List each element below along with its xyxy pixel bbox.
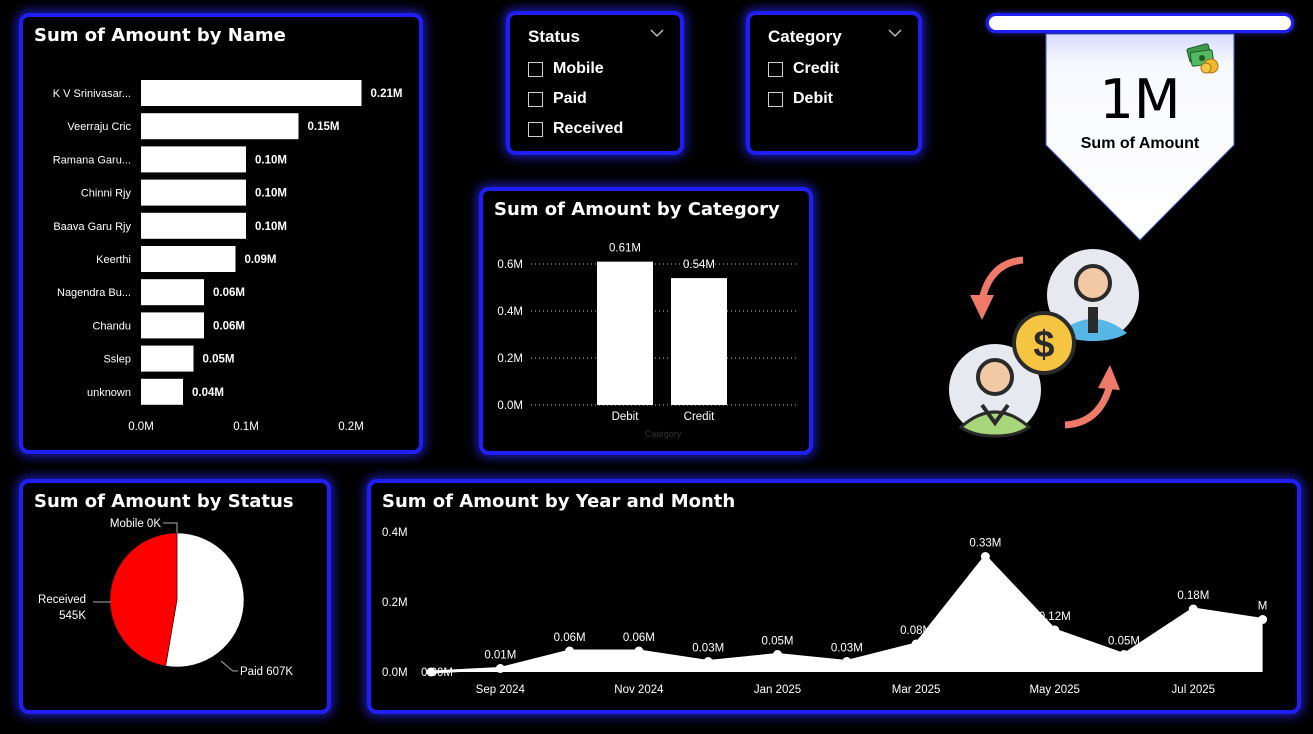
x-tick-label: Jan 2025 [754,684,801,696]
data-point [1119,650,1129,659]
data-point [911,639,921,649]
bar [141,279,204,306]
y-tick-label: 0.2M [497,353,523,365]
data-point [1188,604,1198,614]
data-point [495,664,505,673]
category-label: Credit [684,411,715,423]
data-point [565,646,575,656]
data-point [842,657,852,666]
data-label: 0.04M [192,387,224,399]
y-tick-label: 0.6M [497,259,523,271]
x-tick-label: May 2025 [1029,684,1080,696]
y-tick-label: 0.0M [382,667,408,679]
pie-slice [109,532,178,667]
data-label: M [1258,601,1268,613]
category-label: Nagendra Bu... [57,287,131,299]
data-label: 0.03M [692,643,724,655]
status-chart-panel: Sum of Amount by Status Mobile 0K Paid 60… [19,479,331,714]
kpi-value: 1M [1099,68,1181,131]
data-label: 0.06M [623,632,655,644]
data-point [634,646,644,656]
month-area-chart: 0.00M 0.01M 0.06M 0.06M 0.03M 0.05M 0.03M 0.08M… [382,527,1268,696]
data-label: 0.18M [1177,590,1209,602]
y-tick-label: 0.4M [497,306,523,318]
data-label: 0.06M [213,320,245,332]
data-label: 0.12M [1039,611,1071,623]
month-chart-panel: Sum of Amount by Year and Month 0.00M 0.0… [367,479,1301,714]
data-label: 0.01M [484,650,516,662]
category-label: unknown [87,387,131,399]
data-label: 0.06M [213,287,245,299]
x-tick-label: 0.1M [233,421,259,433]
svg-text:$: $ [1033,324,1054,366]
slice-label: Paid 607K [240,666,293,678]
data-label: 0.33M [969,538,1001,550]
leader-line [220,660,238,672]
x-axis-title: Category [645,429,682,439]
slice-label: Mobile 0K [110,518,161,530]
slice-label: Received [38,594,86,606]
x-tick-label: 0.0M [128,421,154,433]
category-label: Chandu [92,320,131,332]
data-point [1050,625,1060,635]
data-label: 0.54M [683,259,715,271]
category-label: Debit [612,411,640,423]
status-pie-chart: Mobile 0K Paid 607K Received 545K [38,518,293,678]
bar [141,312,204,339]
kpi-label: Sum of Amount [1080,135,1200,152]
pie-slice [165,532,245,668]
y-tick-label: 0.2M [382,597,408,609]
category-label: Sslep [103,354,131,366]
data-point [980,552,990,561]
bar [597,261,653,405]
y-tick-label: 0.0M [497,400,523,412]
data-point [773,650,782,659]
data-label: 0.05M [762,636,794,648]
data-point [703,657,713,666]
x-tick-label: Sep 2024 [476,684,526,696]
bar [141,345,194,372]
x-tick-label: Jul 2025 [1172,684,1215,696]
data-label: 0.08M [900,625,932,637]
money-transfer-icon: $ [949,249,1139,438]
data-point [1258,615,1268,624]
data-label: 0.00M [421,667,453,679]
data-label: 0.05M [203,354,235,366]
bar [671,278,727,405]
category-bar-chart: 0.0M 0.2M 0.4M 0.6M 0.61M Debit 0.54M CreditCat… [497,243,799,439]
data-label: 0.03M [831,643,863,655]
x-tick-label: Mar 2025 [892,684,941,696]
y-tick-label: 0.4M [382,527,408,539]
data-label: 0.05M [1108,636,1140,648]
bar [141,378,183,405]
x-tick-label: Nov 2024 [614,684,664,696]
leader-line [163,522,178,533]
slice-label: 545K [59,610,86,622]
category-chart-panel: Sum of Amount by Category 0.0M 0.2M 0.4M 0.… [479,187,813,455]
data-label: 0.06M [554,632,586,644]
data-label: 0.61M [609,243,641,255]
x-tick-label: 0.2M [338,421,364,433]
